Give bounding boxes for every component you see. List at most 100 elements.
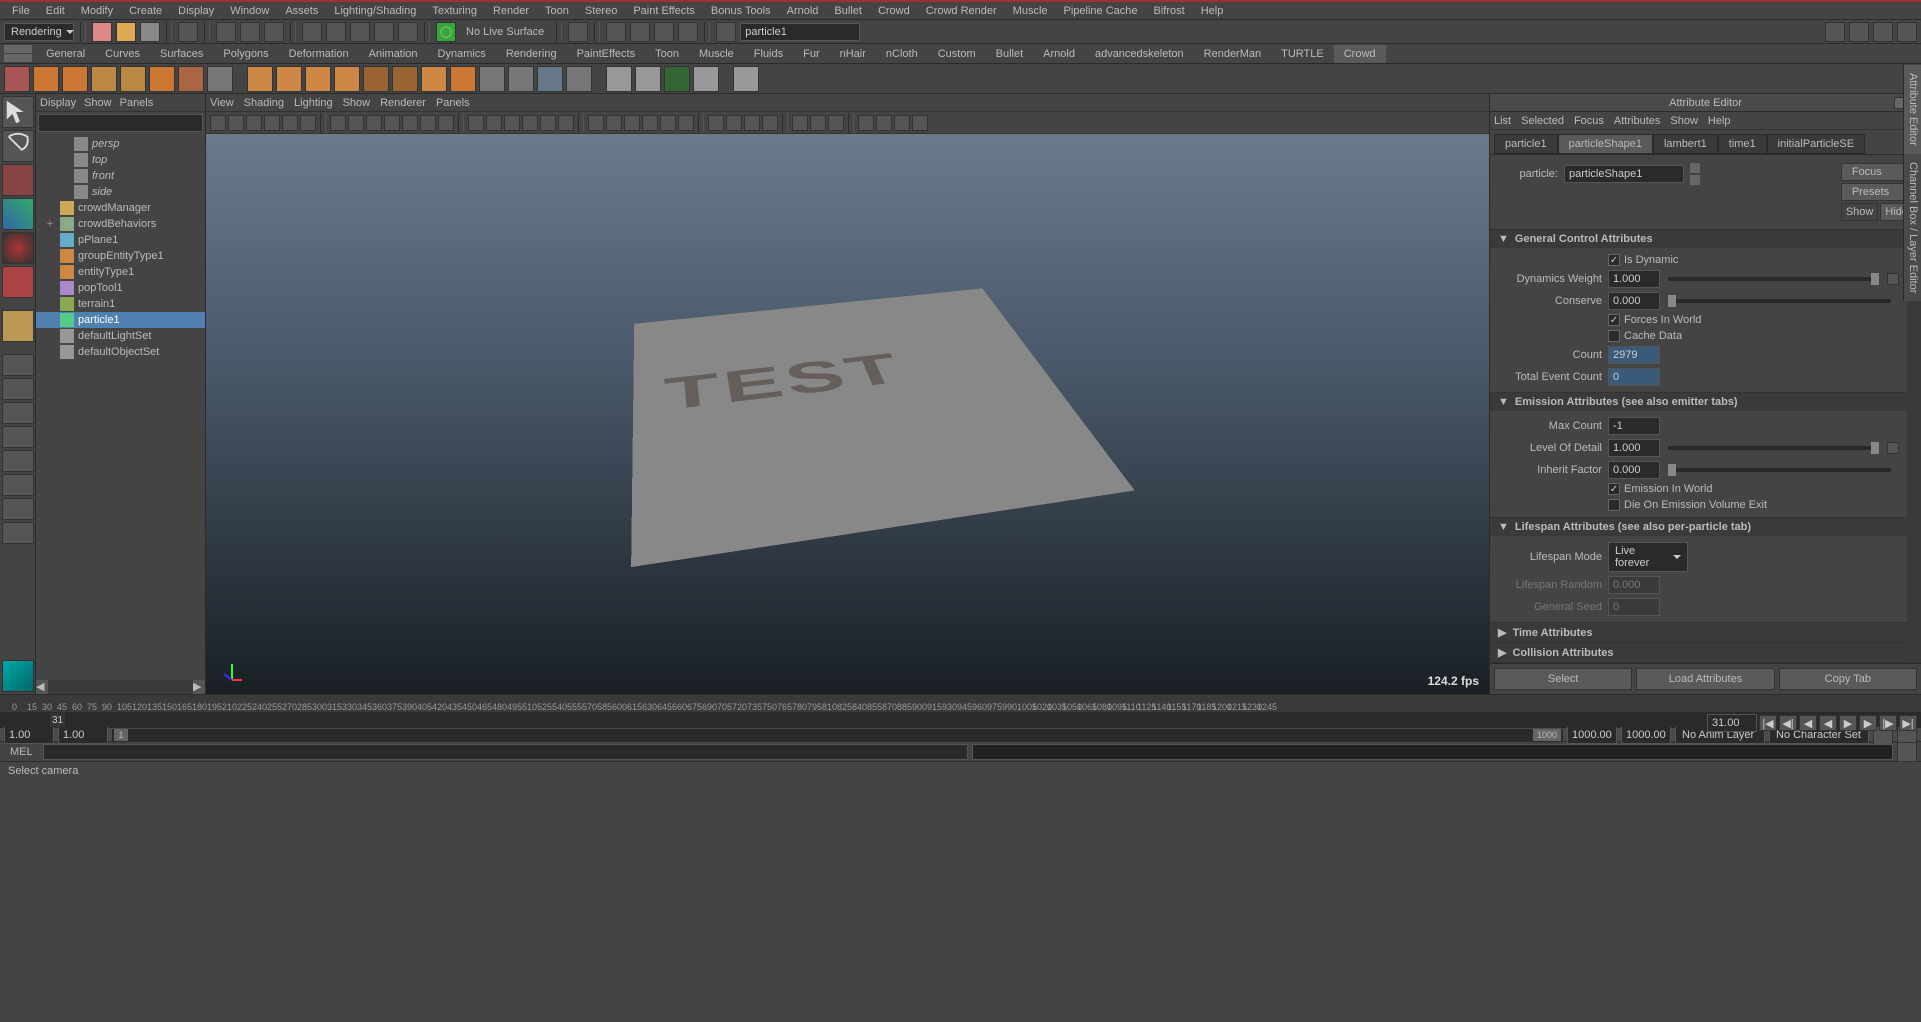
lasso-icon[interactable] (240, 22, 260, 42)
ae-tab-initialParticleSE[interactable]: initialParticleSE (1767, 134, 1865, 154)
vp-icon-3[interactable] (264, 115, 280, 131)
vp-menu-view[interactable]: View (210, 97, 234, 109)
layout-2v[interactable] (2, 402, 34, 424)
layout-single[interactable] (2, 354, 34, 376)
menu-arnold[interactable]: Arnold (779, 3, 827, 19)
menu-pipelinecache[interactable]: Pipeline Cache (1056, 3, 1146, 19)
menu-bonustools[interactable]: Bonus Tools (703, 3, 779, 19)
vp-icon-25[interactable] (708, 115, 724, 131)
shelf-icon[interactable] (207, 66, 233, 92)
move-tool[interactable] (2, 198, 34, 230)
vp-menu-show[interactable]: Show (343, 97, 371, 109)
vp-icon-5[interactable] (300, 115, 316, 131)
outliner-item-terrain1[interactable]: terrain1 (36, 296, 205, 312)
vp-icon-19[interactable] (588, 115, 604, 131)
shelf-icon[interactable] (4, 66, 30, 92)
menu-bifrost[interactable]: Bifrost (1146, 3, 1193, 19)
step-back-key-icon[interactable]: ◀| (1779, 715, 1797, 731)
shelf-icon[interactable] (91, 66, 117, 92)
shelf-tab-general[interactable]: General (36, 45, 95, 63)
shelf-tab-surfaces[interactable]: Surfaces (150, 45, 213, 63)
die-exit-check[interactable] (1608, 499, 1620, 511)
vp-icon-13[interactable] (468, 115, 484, 131)
expand-icon[interactable] (58, 186, 70, 198)
outliner-menu-show[interactable]: Show (84, 97, 112, 109)
ae-menu-attributes[interactable]: Attributes (1614, 115, 1660, 127)
shelf-icon[interactable] (120, 66, 146, 92)
ae-node-name-field[interactable] (1564, 165, 1684, 183)
shelf-tab-arnold[interactable]: Arnold (1033, 45, 1085, 63)
shelf-tab-crowd[interactable]: Crowd (1334, 45, 1386, 63)
vp-icon-30[interactable] (810, 115, 826, 131)
shelf-icon[interactable] (606, 66, 632, 92)
snap-point-icon[interactable] (350, 22, 370, 42)
shelf-tab-bullet[interactable]: Bullet (986, 45, 1034, 63)
layout-custom1[interactable] (2, 474, 34, 496)
snap-grid-icon[interactable] (302, 22, 322, 42)
total-event-field[interactable] (1608, 368, 1660, 386)
ae-menu-list[interactable]: List (1494, 115, 1511, 127)
vp-icon-26[interactable] (726, 115, 742, 131)
layout-custom2[interactable] (2, 498, 34, 520)
ae-menu-show[interactable]: Show (1670, 115, 1698, 127)
menu-stereo[interactable]: Stereo (577, 3, 625, 19)
ae-menu-focus[interactable]: Focus (1574, 115, 1604, 127)
ae-nav-down-icon[interactable] (1690, 175, 1700, 185)
expand-icon[interactable] (44, 330, 56, 342)
scroll-left-icon[interactable]: ◀ (36, 680, 48, 694)
vp-icon-28[interactable] (762, 115, 778, 131)
expand-icon[interactable]: + (44, 218, 56, 230)
vp-icon-29[interactable] (792, 115, 808, 131)
history-toggle-icon[interactable] (568, 22, 588, 42)
menu-display[interactable]: Display (170, 3, 222, 19)
outliner-item-defaultObjectSet[interactable]: defaultObjectSet (36, 344, 205, 360)
ipr-icon[interactable] (630, 22, 650, 42)
outliner-item-particle1[interactable]: particle1 (36, 312, 205, 328)
outliner-item-groupEntityType1[interactable]: groupEntityType1 (36, 248, 205, 264)
section-time-attributes[interactable]: ▶Time Attributes (1490, 623, 1907, 642)
vp-icon-10[interactable] (402, 115, 418, 131)
shelf-tab-painteffects[interactable]: PaintEffects (567, 45, 646, 63)
play-start-field[interactable] (58, 726, 108, 744)
layout-3[interactable] (2, 450, 34, 472)
outliner-item-persp[interactable]: persp (36, 136, 205, 152)
shelf-tab-fluids[interactable]: Fluids (744, 45, 793, 63)
select-tool[interactable] (2, 96, 34, 128)
ae-copy-tab-button[interactable]: Copy Tab (1779, 668, 1917, 690)
section-lifespan[interactable]: ▼Lifespan Attributes (see also per-parti… (1490, 518, 1907, 536)
time-slider[interactable]: 31 (0, 713, 1921, 727)
shelf-icon[interactable] (421, 66, 447, 92)
vp-menu-lighting[interactable]: Lighting (294, 97, 333, 109)
save-scene-icon[interactable] (140, 22, 160, 42)
shelf-tab-renderman[interactable]: RenderMan (1194, 45, 1271, 63)
shelf-icon[interactable] (149, 66, 175, 92)
snap-plane-icon[interactable] (374, 22, 394, 42)
expand-icon[interactable] (58, 154, 70, 166)
ae-menu-selected[interactable]: Selected (1521, 115, 1564, 127)
play-back-icon[interactable]: ◀ (1819, 715, 1837, 731)
render-settings-icon[interactable] (654, 22, 674, 42)
dynamics-weight-field[interactable] (1608, 270, 1660, 288)
shelf-tab-deformation[interactable]: Deformation (279, 45, 359, 63)
layout-custom3[interactable] (2, 522, 34, 544)
menu-crowdrender[interactable]: Crowd Render (918, 3, 1005, 19)
shelf-tab-advancedskeleton[interactable]: advancedskeleton (1085, 45, 1194, 63)
expand-icon[interactable] (44, 282, 56, 294)
play-forward-icon[interactable]: ▶ (1839, 715, 1857, 731)
vp-icon-15[interactable] (504, 115, 520, 131)
layout-icon-4[interactable] (1897, 22, 1917, 42)
forces-world-check[interactable] (1608, 314, 1620, 326)
section-collision-attributes[interactable]: ▶Collision Attributes (1490, 643, 1907, 662)
vp-icon-33[interactable] (876, 115, 892, 131)
menu-create[interactable]: Create (121, 3, 170, 19)
max-count-field[interactable] (1608, 417, 1660, 435)
shelf-icon[interactable] (247, 66, 273, 92)
layout-icon-1[interactable] (1825, 22, 1845, 42)
vp-menu-renderer[interactable]: Renderer (380, 97, 426, 109)
expand-icon[interactable] (44, 346, 56, 358)
shelf-tab-dynamics[interactable]: Dynamics (428, 45, 496, 63)
range-end-field[interactable] (1621, 726, 1671, 744)
vp-menu-panels[interactable]: Panels (436, 97, 470, 109)
is-dynamic-check[interactable] (1608, 254, 1620, 266)
menu-assets[interactable]: Assets (277, 3, 326, 19)
